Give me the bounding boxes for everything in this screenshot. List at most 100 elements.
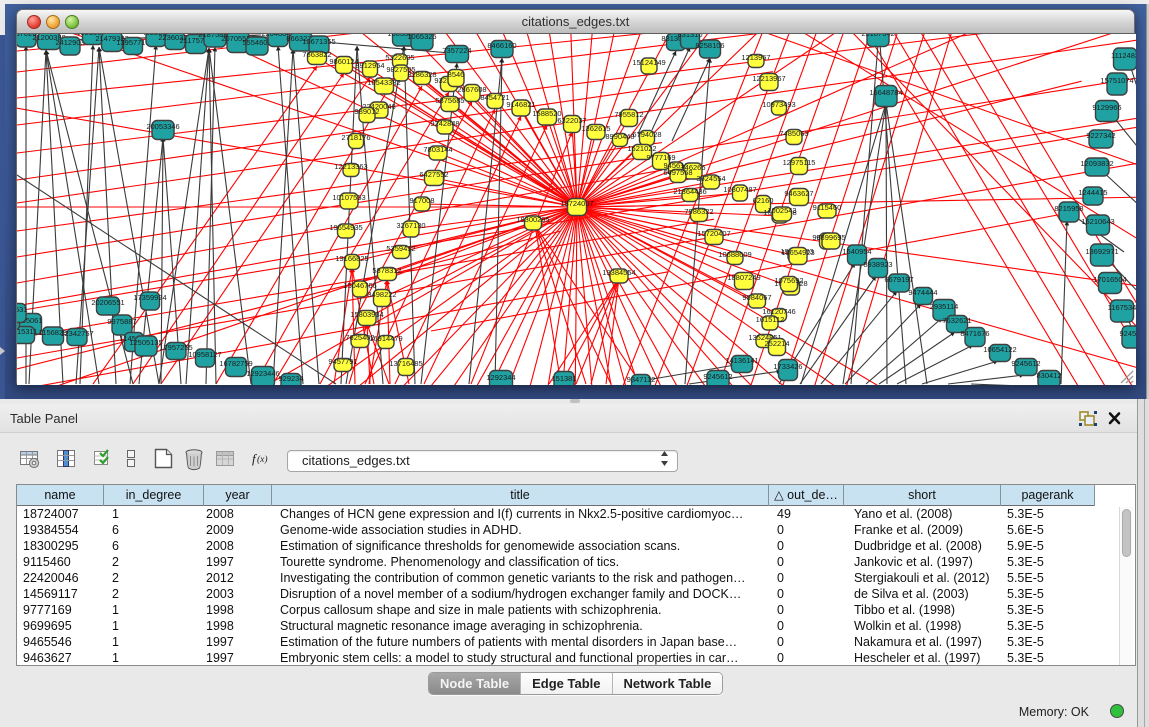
svg-text:10543382: 10543382: [367, 78, 400, 87]
svg-text:929234: 929234: [278, 374, 303, 383]
svg-text:989012: 989012: [354, 107, 379, 116]
svg-text:1292344: 1292344: [486, 373, 515, 382]
svg-text:917008: 917008: [409, 196, 434, 205]
svg-text:1065325: 1065325: [407, 34, 436, 41]
svg-text:9463627: 9463627: [784, 189, 813, 198]
svg-text:18300295: 18300295: [516, 215, 549, 224]
svg-text:1167534: 1167534: [1108, 303, 1136, 312]
svg-text:391531: 391531: [17, 305, 28, 314]
svg-text:12213363: 12213363: [334, 162, 367, 171]
svg-text:19384554: 19384554: [602, 268, 635, 277]
svg-text:10807487: 10807487: [723, 185, 756, 194]
svg-text:20206551: 20206551: [91, 298, 124, 307]
svg-text:13692971: 13692971: [1085, 247, 1118, 256]
svg-text:3915311: 3915311: [17, 327, 37, 336]
svg-text:3267130: 3267130: [396, 221, 425, 230]
svg-text:252214: 252214: [764, 339, 789, 348]
svg-text:15751074: 15751074: [1100, 76, 1133, 85]
svg-text:7803144: 7803144: [423, 145, 452, 154]
svg-text:16914479: 16914479: [369, 334, 402, 343]
svg-text:3624554: 3624554: [696, 174, 725, 183]
svg-text:1075692: 1075692: [774, 276, 803, 285]
svg-text:1112483: 1112483: [1111, 51, 1136, 60]
svg-text:7632621: 7632621: [942, 316, 971, 325]
svg-text:8215958: 8215958: [1054, 204, 1083, 213]
svg-text:9347112: 9347112: [627, 375, 656, 384]
svg-text:9129966: 9129966: [1092, 103, 1121, 112]
svg-text:12342757: 12342757: [60, 329, 93, 338]
svg-text:2412903: 2412903: [55, 38, 84, 47]
svg-text:6497568: 6497568: [663, 168, 692, 177]
svg-text:18807249: 18807249: [727, 273, 760, 282]
svg-text:2935114: 2935114: [930, 302, 959, 311]
svg-text:7357224: 7357224: [442, 46, 471, 55]
svg-text:8466160: 8466160: [487, 41, 516, 50]
svg-text:15046766: 15046766: [343, 281, 376, 290]
svg-text:1213967: 1213967: [741, 53, 770, 62]
svg-text:19654935: 19654935: [329, 223, 362, 232]
svg-text:10973493: 10973493: [762, 100, 795, 109]
svg-text:10958127: 10958127: [188, 350, 221, 359]
svg-text:6794028: 6794028: [632, 130, 661, 139]
svg-text:16210643: 16210643: [1081, 217, 1114, 226]
svg-text:8454721: 8454721: [480, 93, 509, 102]
svg-text:9975887: 9975887: [107, 317, 136, 326]
svg-text:7485063: 7485063: [779, 129, 808, 138]
svg-text:5554609: 5554609: [242, 38, 271, 47]
svg-text:1002543: 1002543: [767, 206, 796, 215]
svg-text:6679197: 6679197: [884, 275, 913, 284]
svg-text:21364436: 21364436: [673, 187, 706, 196]
svg-text:12213967: 12213967: [752, 74, 785, 83]
svg-text:8990448: 8990448: [605, 132, 634, 141]
svg-text:10654122: 10654122: [983, 345, 1016, 354]
svg-text:3498222: 3498222: [367, 290, 396, 299]
svg-text:13957713: 13957713: [116, 38, 149, 47]
svg-text:1640954: 1640954: [842, 247, 871, 256]
svg-text:15803934: 15803934: [350, 310, 383, 319]
svg-text:831310: 831310: [677, 34, 702, 39]
svg-text:2718176: 2718176: [341, 133, 370, 142]
svg-text:8186328: 8186328: [407, 70, 436, 79]
svg-text:7955812: 7955812: [614, 110, 643, 119]
svg-text:9245612: 9245612: [703, 372, 732, 381]
svg-text:151381: 151381: [551, 374, 576, 383]
svg-text:15720407: 15720407: [697, 229, 730, 238]
svg-text:25187642: 25187642: [861, 34, 894, 38]
svg-text:7986322: 7986322: [684, 207, 713, 216]
svg-text:17359924: 17359924: [133, 293, 166, 302]
svg-text:16648784: 16648784: [869, 88, 902, 97]
svg-text:8912954: 8912954: [355, 61, 384, 70]
svg-text:5878312: 5878312: [372, 266, 401, 275]
svg-text:(x): (x): [257, 454, 268, 465]
svg-text:9474444: 9474444: [908, 288, 937, 297]
svg-text:9084067: 9084067: [742, 293, 771, 302]
svg-text:9146821: 9146821: [506, 100, 535, 109]
svg-text:12975115: 12975115: [783, 158, 816, 167]
svg-text:830412: 830412: [1036, 371, 1061, 380]
svg-text:9245612: 9245612: [1011, 359, 1040, 368]
svg-text:9860124: 9860124: [329, 57, 358, 66]
svg-text:17016504: 17016504: [1093, 275, 1126, 284]
svg-text:1615112: 1615112: [756, 315, 785, 324]
svg-text:12923446: 12923446: [246, 369, 279, 378]
svg-text:6427552: 6427552: [419, 170, 448, 179]
svg-text:15124149: 15124149: [632, 58, 665, 67]
svg-text:10688609: 10688609: [718, 250, 751, 259]
svg-text:10671355: 10671355: [302, 37, 335, 46]
svg-text:12093832: 12093832: [1080, 159, 1113, 168]
svg-text:9115460: 9115460: [813, 203, 842, 212]
svg-text:9227342: 9227342: [1086, 131, 1115, 140]
svg-text:14136141: 14136141: [725, 356, 758, 365]
svg-text:8258106: 8258106: [695, 41, 724, 50]
svg-text:10107553: 10107553: [332, 193, 365, 202]
svg-text:62160: 62160: [753, 196, 774, 205]
svg-text:1244415: 1244415: [1078, 188, 1107, 197]
svg-text:19166825: 19166825: [335, 254, 368, 263]
svg-text:18724007: 18724007: [560, 199, 593, 208]
svg-text:20053346: 20053346: [146, 122, 179, 131]
svg-text:5322605: 5322605: [385, 53, 414, 62]
svg-text:16782759: 16782759: [219, 359, 252, 368]
svg-text:8546: 8546: [448, 70, 465, 79]
svg-text:9242848: 9242848: [430, 119, 459, 128]
svg-text:924501: 924501: [1119, 329, 1136, 338]
